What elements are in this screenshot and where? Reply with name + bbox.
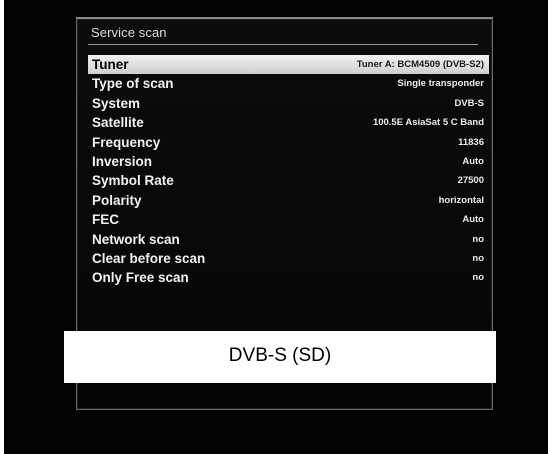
setting-label: System [92, 95, 141, 111]
setting-label: Inversion [92, 153, 153, 169]
setting-label: Network scan [92, 231, 180, 247]
setting-row-polarity[interactable]: Polarity horizontal [88, 191, 489, 210]
setting-row-type-of-scan[interactable]: Type of scan Single transponder [88, 74, 489, 93]
setting-label: Frequency [92, 134, 161, 150]
setting-label: Only Free scan [92, 270, 189, 286]
setting-value[interactable]: 100.5E AsiaSat 5 C Band [373, 113, 484, 132]
setting-value[interactable]: Auto [462, 210, 484, 229]
setting-row-fec[interactable]: FEC Auto [88, 210, 489, 229]
setting-value[interactable]: Tuner A: BCM4509 (DVB-S2) [357, 55, 484, 74]
caption-banner: DVB-S (SD) [64, 331, 496, 383]
setting-label: Polarity [92, 192, 142, 208]
title-divider [88, 44, 478, 45]
setting-row-satellite[interactable]: Satellite 100.5E AsiaSat 5 C Band [88, 113, 489, 132]
setting-value[interactable]: Single transponder [397, 74, 484, 93]
tv-screen: Service scan Tuner Tuner A: BCM4509 (DVB-… [4, 0, 548, 454]
dialog-title: Service scan [91, 25, 167, 40]
setting-value[interactable]: no [472, 268, 484, 287]
setting-label: Type of scan [92, 76, 174, 92]
setting-label: Satellite [92, 115, 144, 131]
setting-label: FEC [92, 212, 119, 228]
setting-row-network-scan[interactable]: Network scan no [88, 230, 489, 249]
setting-value[interactable]: Auto [462, 152, 484, 171]
setting-value[interactable]: horizontal [439, 191, 484, 210]
setting-value[interactable]: DVB-S [454, 94, 484, 113]
setting-row-frequency[interactable]: Frequency 11836 [88, 133, 489, 152]
setting-row-only-free-scan[interactable]: Only Free scan no [88, 268, 489, 287]
setting-row-symbol-rate[interactable]: Symbol Rate 27500 [88, 171, 489, 190]
settings-list: Tuner Tuner A: BCM4509 (DVB-S2) Type of sc… [88, 55, 489, 288]
setting-value[interactable]: 27500 [458, 171, 484, 190]
setting-value[interactable]: no [472, 249, 484, 268]
setting-value[interactable]: no [472, 230, 484, 249]
setting-row-clear-before-scan[interactable]: Clear before scan no [88, 249, 489, 268]
setting-row-system[interactable]: System DVB-S [88, 94, 489, 113]
setting-value[interactable]: 11836 [458, 133, 484, 152]
setting-label: Tuner [92, 57, 129, 72]
caption-text: DVB-S (SD) [228, 345, 332, 366]
setting-row-inversion[interactable]: Inversion Auto [88, 152, 489, 171]
setting-label: Symbol Rate [92, 173, 174, 189]
setting-row-tuner[interactable]: Tuner Tuner A: BCM4509 (DVB-S2) [88, 55, 489, 75]
setting-label: Clear before scan [92, 250, 206, 266]
